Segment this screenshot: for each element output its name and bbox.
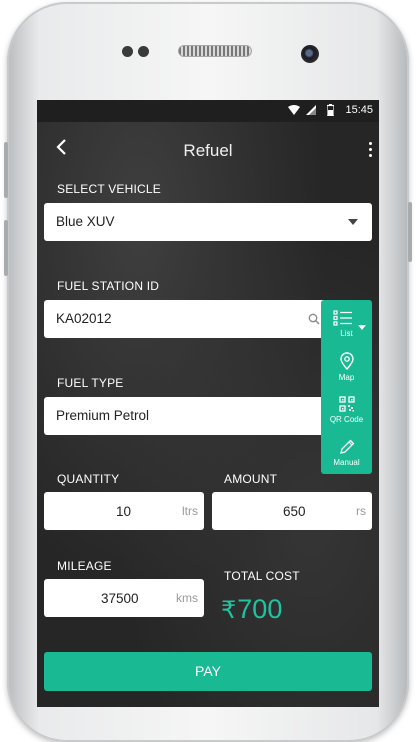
pencil-icon: [339, 439, 354, 454]
status-bar: 15:45: [37, 100, 379, 122]
fuel-station-value: KA02012: [56, 311, 112, 326]
bixby-button: [4, 220, 8, 276]
signal-icon: [306, 105, 316, 115]
quantity-input[interactable]: 10 ltrs: [44, 492, 204, 530]
app-bar: Refuel: [37, 122, 379, 177]
mileage-value: 37500: [101, 591, 139, 606]
chevron-down-icon: [358, 325, 366, 330]
menu-item-map[interactable]: Map: [321, 352, 372, 382]
vehicle-dropdown[interactable]: Blue XUV: [44, 203, 372, 241]
amount-label: AMOUNT: [224, 472, 278, 486]
earpiece-speaker: [178, 45, 252, 57]
wifi-icon: [288, 105, 300, 115]
page-title: Refuel: [183, 141, 233, 160]
fuel-type-dropdown[interactable]: Premium Petrol: [44, 397, 334, 435]
menu-item-manual[interactable]: Manual: [321, 439, 372, 467]
proximity-sensor: [122, 46, 133, 57]
more-options-icon[interactable]: [369, 142, 373, 160]
quantity-unit: ltrs: [182, 504, 198, 518]
light-sensor: [138, 46, 149, 57]
power-button: [408, 202, 412, 262]
quantity-label: QUANTITY: [57, 472, 120, 486]
list-icon: [332, 310, 352, 326]
fuel-station-label: FUEL STATION ID: [57, 279, 160, 293]
amount-value: 650: [283, 504, 306, 519]
menu-item-qr-code[interactable]: QR Code: [321, 396, 372, 424]
map-pin-icon: [339, 352, 354, 371]
menu-item-list[interactable]: List: [321, 310, 372, 338]
mileage-label: MILEAGE: [57, 559, 112, 573]
total-cost-value: ₹700: [221, 594, 282, 625]
chevron-down-icon: [348, 219, 358, 225]
select-vehicle-label: SELECT VEHICLE: [57, 182, 161, 196]
mileage-unit: kms: [176, 591, 198, 605]
qr-code-icon: [338, 396, 355, 412]
menu-item-manual-label: Manual: [333, 458, 360, 467]
total-cost-amount: 700: [237, 594, 283, 624]
volume-button: [4, 142, 8, 198]
battery-icon: [327, 104, 334, 116]
pay-button[interactable]: PAY: [44, 652, 372, 691]
vehicle-dropdown-value: Blue XUV: [56, 214, 115, 229]
quantity-value: 10: [116, 504, 132, 519]
fuel-type-value: Premium Petrol: [56, 408, 150, 423]
app-screen: 15:45 Refuel SELECT VEHICLE Blue XUV FUE…: [37, 100, 379, 707]
amount-input[interactable]: 650 rs: [212, 492, 372, 530]
total-cost-label: TOTAL COST: [224, 569, 300, 583]
menu-item-map-label: Map: [338, 373, 355, 382]
mileage-input[interactable]: 37500 kms: [44, 579, 204, 617]
fuel-type-label: FUEL TYPE: [57, 376, 124, 390]
front-camera: [301, 45, 319, 63]
menu-item-qr-code-label: QR Code: [329, 415, 364, 424]
menu-item-list-label: List: [340, 329, 353, 338]
amount-unit: rs: [356, 504, 366, 518]
search-icon[interactable]: [308, 313, 320, 325]
station-lookup-menu: List Map QR Code Manual: [321, 300, 372, 474]
rupee-symbol: ₹: [221, 597, 237, 624]
status-time: 15:45: [345, 104, 373, 116]
fuel-station-input[interactable]: KA02012: [44, 300, 334, 338]
